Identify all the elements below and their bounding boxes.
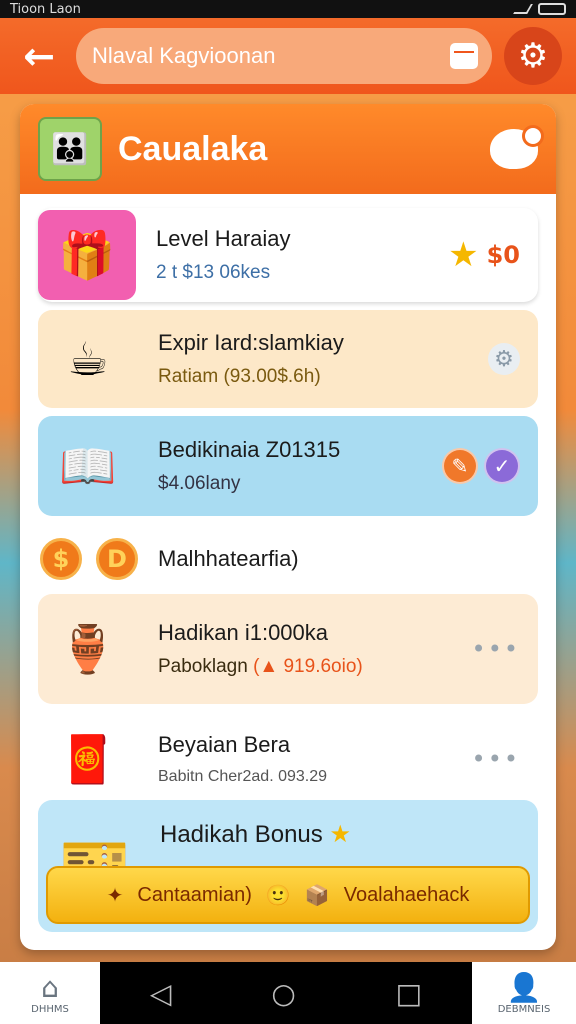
more-dots-icon[interactable]: ••• — [472, 745, 520, 773]
nav-home[interactable]: ⌂ DHHMS — [0, 962, 100, 1024]
person-icon: 🙂 — [265, 884, 291, 907]
list-item-level[interactable]: 🎁 Level Haraiay 2 t $13 06kes ★ $0 — [38, 208, 538, 302]
settings-button[interactable]: ⚙ — [504, 27, 562, 85]
gear-icon: ⚙ — [517, 36, 549, 76]
user-icon: 👤 — [506, 971, 542, 1004]
arrow-left-icon: ← — [23, 34, 55, 78]
list-item-reward[interactable]: 🏺 Hadikan i1:000ka Paboklagn (▲ 919.6oio… — [38, 594, 538, 704]
main-card: 👪 Caualaka 🎁 Level Haraiay 2 t $13 06kes… — [20, 104, 556, 950]
row-title: Expir Iard:slamkiay — [158, 330, 344, 355]
top-bar: ← Nlaval Kagvioonan ⚙ — [0, 18, 576, 94]
status-bar: Tioon Laon — [0, 0, 576, 18]
list-item-book[interactable]: 📖 Bedikinaia Z01315 $4.06lany ✎ ✓ — [38, 416, 538, 516]
bonus-button[interactable]: ✦ Cantaamian) 🙂 📦 Voalahaehack — [46, 866, 530, 924]
row-title: Hadikan i1:000ka — [158, 620, 329, 645]
recents-square-icon[interactable]: □ — [396, 977, 422, 1010]
gift-box-icon: 🎁 — [38, 210, 136, 300]
row-subtitle: Ratiam (93.00$.6h) — [158, 366, 321, 387]
star-icon: ★ — [448, 235, 479, 275]
piggy-bank-icon[interactable] — [490, 125, 544, 169]
search-text: Nlaval Kagvioonan — [92, 43, 276, 68]
red-packet-icon: 🧧 — [59, 731, 117, 786]
system-nav: ◁ ○ □ — [100, 977, 472, 1010]
row-subtitle: Babitn Cher2ad. 093.29 — [158, 768, 328, 785]
list-item-coins[interactable]: $ D Malhhatearfia) — [38, 524, 538, 594]
box-icon: 📦 — [304, 884, 330, 907]
edit-icon[interactable]: ✎ — [442, 448, 478, 484]
calendar-icon[interactable] — [450, 43, 478, 69]
bottom-nav: ⌂ DHHMS ◁ ○ □ 👤 DEBMNEIS — [0, 962, 576, 1024]
nav-profile-label: DEBMNEIS — [497, 1004, 551, 1015]
nav-profile[interactable]: 👤 DEBMNEIS — [472, 962, 576, 1024]
check-icon[interactable]: ✓ — [484, 448, 520, 484]
row-subtitle-highlight: (▲ 919.6oio) — [253, 656, 363, 677]
row-subtitle: Paboklagn (▲ 919.6oio) — [158, 656, 472, 678]
dollar-coin-icon: $ — [40, 538, 82, 580]
bonus-card[interactable]: 🎫 Hadikah Bonus ★ ✦ Cantaamian) 🙂 📦 Voal… — [38, 800, 538, 932]
row-title: Malhhatearfia) — [158, 546, 299, 571]
coins-group: $ D — [38, 538, 158, 580]
row-subtitle-prefix: Paboklagn — [158, 656, 248, 677]
bonus-title: Hadikah Bonus ★ — [160, 820, 351, 849]
row-price: $0 — [486, 241, 520, 269]
status-text: Tioon Laon — [10, 1, 81, 17]
card-header: 👪 Caualaka — [20, 104, 556, 194]
more-dots-icon[interactable]: ••• — [472, 635, 520, 663]
back-button[interactable]: ← — [14, 31, 64, 81]
mug-icon: ☕ — [67, 332, 109, 386]
battery-icon — [538, 3, 566, 15]
back-triangle-icon[interactable]: ◁ — [150, 977, 172, 1010]
home-circle-icon[interactable]: ○ — [271, 977, 295, 1010]
gear-icon[interactable]: ⚙ — [488, 343, 520, 375]
home-icon: ⌂ — [41, 971, 59, 1004]
sparkle-icon: ✦ — [106, 884, 124, 907]
bonus-title-text: Hadikah Bonus — [160, 821, 323, 848]
row-subtitle: 2 t $13 06kes — [156, 262, 271, 283]
family-avatar-icon: 👪 — [38, 117, 102, 181]
treasure-jar-icon: 🏺 — [59, 621, 117, 676]
search-input[interactable]: Nlaval Kagvioonan — [76, 28, 492, 84]
list-item-bera[interactable]: 🧧 Beyaian Bera Babitn Cher2ad. 093.29 ••… — [38, 712, 538, 806]
coin-icon: D — [96, 538, 138, 580]
bonus-bar-right: Voalahaehack — [343, 883, 470, 906]
nav-home-label: DHHMS — [31, 1004, 69, 1015]
book-icon: 📖 — [59, 438, 117, 493]
row-title: Bedikinaia Z01315 — [158, 437, 341, 462]
card-title: Caualaka — [118, 129, 268, 168]
row-title: Beyaian Bera — [158, 732, 291, 757]
row-subtitle: $4.06lany — [158, 473, 241, 494]
list-item-expiry[interactable]: ☕ Expir Iard:slamkiay Ratiam (93.00$.6h)… — [38, 310, 538, 408]
row-title: Level Haraiay — [156, 226, 291, 251]
star-icon: ★ — [329, 821, 351, 848]
status-icons — [513, 3, 566, 15]
bonus-bar-left: Cantaamian) — [137, 883, 252, 906]
signal-icon — [513, 4, 533, 14]
